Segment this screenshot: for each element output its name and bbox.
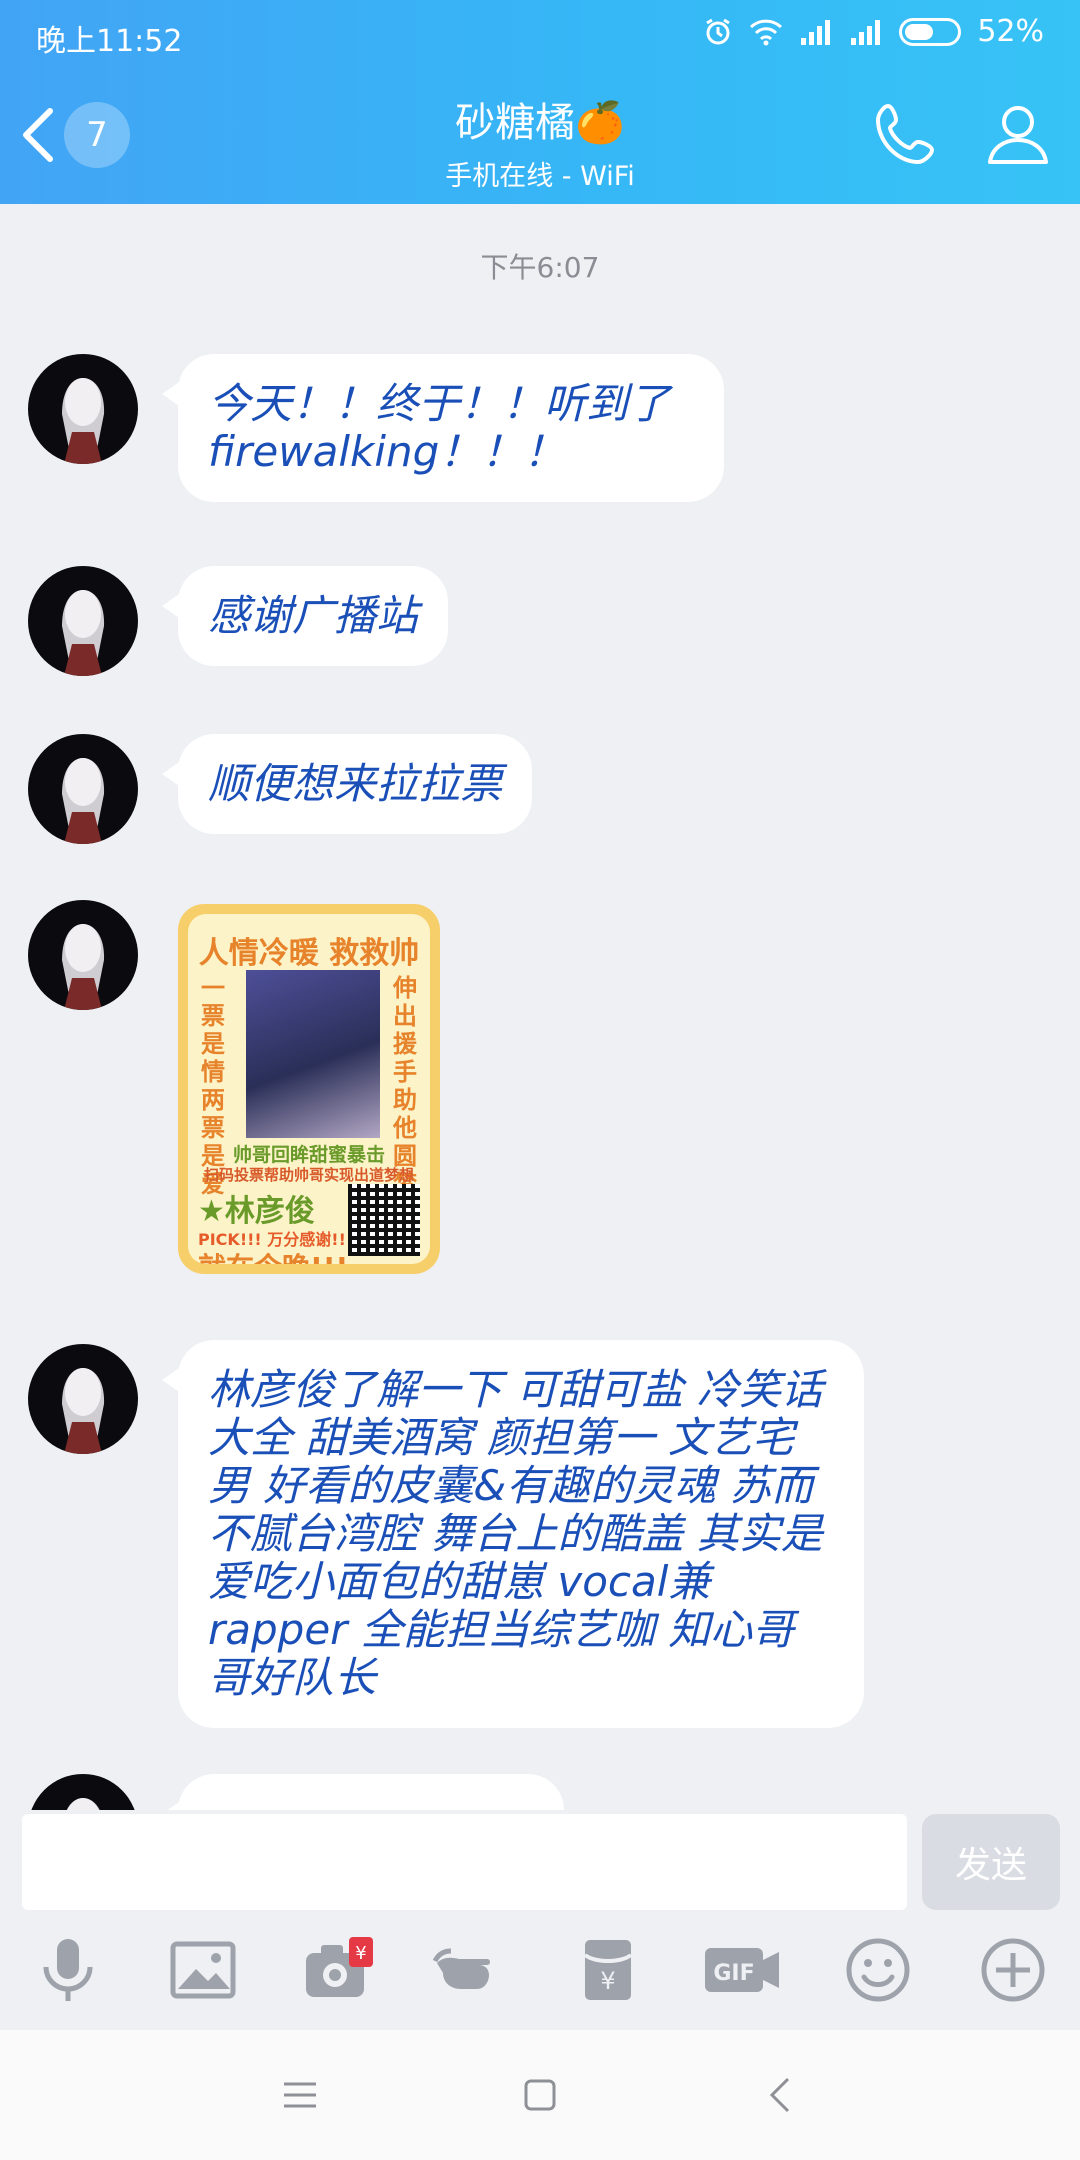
chat-list[interactable]: 下午6:07 今天！！终于！！听到了 firewalking！！！ 感谢广播站 … [0,204,1080,1810]
red-packet-button[interactable]: ¥ [568,1930,648,2010]
sticker-photo [246,970,380,1138]
signal-icon-2 [851,19,881,45]
menu-icon [284,2082,316,2108]
sticker-poster: 人情冷暖 救救帅哥 一票是情 两票是爱 伸出援手 助他圆梦 帅哥回眸甜蜜暴击 扫… [188,914,430,1264]
send-button[interactable]: 发送 [922,1814,1060,1910]
message-bubble[interactable]: 林彦俊了解一下 可甜可盐 冷笑话大全 甜美酒窝 颜担第一 文艺宅男 好看的皮囊&… [162,1340,864,1728]
poke-button[interactable] [432,1930,513,2010]
avatar[interactable] [28,734,138,844]
camera-button[interactable]: ¥ [298,1930,378,2010]
tangerine-emoji: 🍊 [575,100,625,146]
red-packet-icon: ¥ [583,1940,632,2000]
message-bubble[interactable]: 今天！！终于！！听到了 firewalking！！！ [162,354,724,502]
battery-icon [899,17,962,46]
sticker-line2: 扫码投票帮助帅哥实现出道梦想 [203,1166,414,1184]
voice-button[interactable] [28,1930,108,2010]
qr-code-icon [348,1184,420,1256]
signal-icon [801,19,831,45]
status-icons: 52% [703,14,1044,49]
sticker-line1: 帅哥回眸甜蜜暴击 [232,1144,385,1166]
back-nav-button[interactable] [750,2065,810,2125]
home-square-icon [524,2079,556,2111]
image-button[interactable] [163,1930,243,2010]
image-icon [170,1941,235,1999]
chevron-left-icon [769,2077,790,2113]
sticker-tonight: 就在今晚!!! [198,1246,348,1264]
battery-percent: 52% [977,14,1044,49]
home-nav-button[interactable] [510,2065,570,2125]
avatar[interactable] [28,1344,138,1454]
sticker-name: ★林彦俊 [198,1194,315,1229]
avatar[interactable] [28,1774,138,1810]
message-bubble[interactable]: 感谢广播站 [161,566,449,666]
message-input[interactable] [22,1814,907,1910]
smiley-icon [846,1938,909,2002]
input-toolbar: ¥ ¥ GIF [0,1910,1080,2030]
message-timestamp: 下午6:07 [480,251,600,284]
plus-circle-icon [981,1938,1044,2002]
avatar[interactable] [28,354,138,464]
header-actions [870,98,1054,170]
phone-icon[interactable] [870,98,942,170]
gif-button[interactable]: GIF [703,1930,783,2010]
message-bubble[interactable]: 顺便想来拉拉票 [161,734,533,834]
microphone-icon [43,1939,92,2001]
emoji-button[interactable] [838,1930,918,2010]
status-time: 晚上11:52 [36,24,183,59]
svg-text:¥: ¥ [355,1943,366,1964]
pointing-hand-icon [432,1948,490,1989]
camera-icon: ¥ [305,1937,373,1997]
avatar[interactable] [28,566,138,676]
more-button[interactable] [973,1930,1053,2010]
message-bubble-partial[interactable] [162,1774,564,1810]
svg-text:GIF: GIF [713,1961,754,1986]
svg-text:¥: ¥ [600,1967,615,1995]
menu-nav-button[interactable] [270,2065,330,2125]
wifi-icon [750,19,783,45]
system-nav-bar [0,2030,1080,2160]
status-bar: 晚上11:52 52% [0,0,1080,66]
sticker-image[interactable]: 人情冷暖 救救帅哥 一票是情 两票是爱 伸出援手 助他圆梦 帅哥回眸甜蜜暴击 扫… [178,904,440,1274]
alarm-icon [706,18,731,44]
input-bar: 发送 [0,1810,1080,1910]
gif-icon: GIF [704,1948,779,1992]
avatar[interactable] [28,900,138,1010]
chat-header: 晚上11:52 52% 7 砂糖橘🍊 手机在线 - WiFi [0,0,1080,204]
profile-icon[interactable] [982,98,1054,170]
